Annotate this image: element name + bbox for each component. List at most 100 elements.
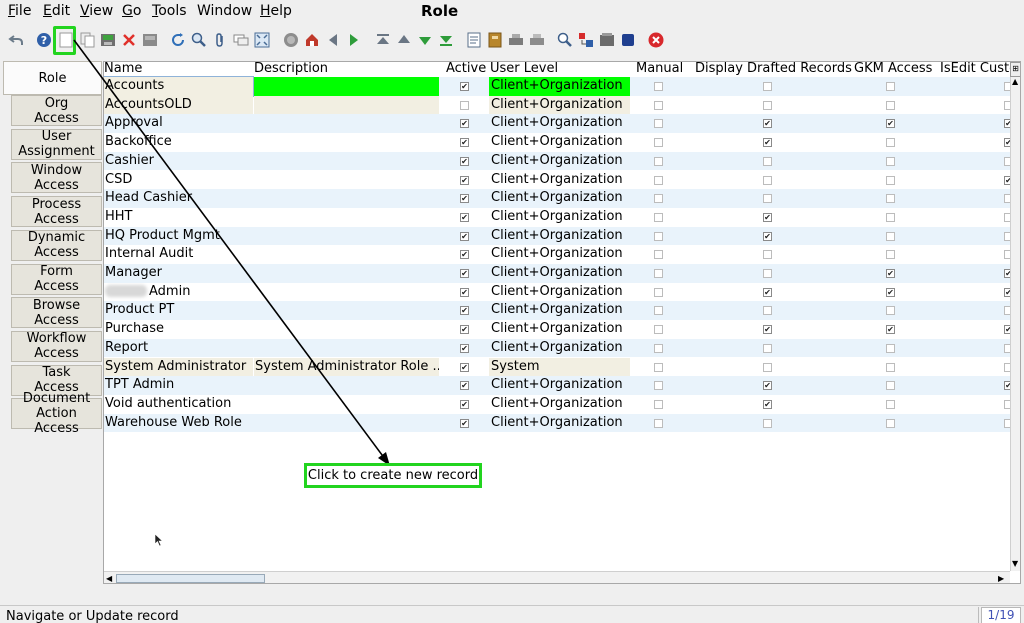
cell-description[interactable] — [254, 376, 439, 395]
manual-checkbox[interactable] — [654, 287, 663, 297]
gkm-access-checkbox[interactable] — [886, 100, 895, 110]
gkm-access-checkbox[interactable] — [886, 418, 895, 428]
display-drafted-checkbox[interactable] — [763, 156, 772, 166]
gkm-access-checkbox[interactable] — [886, 287, 895, 297]
report-icon[interactable] — [466, 32, 482, 48]
gkm-access-checkbox[interactable] — [886, 399, 895, 409]
last-record-icon[interactable] — [438, 32, 454, 48]
column-header-gkm-access[interactable]: GKM Access — [854, 62, 932, 77]
cell-name[interactable]: Warehouse Web Role — [104, 414, 253, 433]
gkm-access-checkbox[interactable] — [886, 381, 895, 391]
cell-description[interactable] — [254, 414, 439, 433]
manual-checkbox[interactable] — [654, 231, 663, 241]
cell-user-level[interactable]: Client+Organization — [489, 395, 630, 414]
column-header-display-drafted-records[interactable]: Display Drafted Records — [695, 62, 852, 77]
help-icon[interactable]: ? — [36, 32, 52, 48]
product-info-icon[interactable] — [599, 32, 615, 48]
manual-checkbox[interactable] — [654, 100, 663, 110]
workflow-icon[interactable] — [620, 32, 636, 48]
manual-checkbox[interactable] — [654, 119, 663, 129]
table-row[interactable]: Accounts Client+Organization — [104, 76, 1013, 97]
tab-workflow-access[interactable]: Workflow Access — [11, 330, 102, 362]
cell-description[interactable] — [254, 171, 439, 190]
history-icon[interactable] — [283, 32, 299, 48]
display-drafted-checkbox[interactable] — [763, 287, 772, 297]
tab-org-access[interactable]: Org Access — [11, 95, 102, 126]
active-checkbox[interactable] — [460, 362, 469, 372]
grid-toggle-icon[interactable] — [254, 32, 270, 48]
scroll-down-icon[interactable]: ▼ — [1012, 559, 1018, 568]
table-row[interactable]: AccountsOLD Client+Organization — [104, 95, 1013, 115]
active-checkbox[interactable] — [460, 156, 469, 166]
table-row[interactable]: Product PT Client+Organization — [104, 301, 1013, 321]
table-row[interactable]: Backoffice Client+Organization — [104, 133, 1013, 152]
gkm-access-checkbox[interactable] — [886, 306, 895, 316]
manual-checkbox[interactable] — [654, 269, 663, 278]
display-drafted-checkbox[interactable] — [763, 250, 772, 260]
print-icon[interactable] — [508, 32, 524, 48]
active-checkbox[interactable] — [460, 212, 469, 222]
undo-icon[interactable] — [8, 32, 24, 48]
cell-name[interactable]: Report — [104, 339, 253, 358]
manual-checkbox[interactable] — [654, 399, 663, 409]
display-drafted-checkbox[interactable] — [763, 418, 772, 428]
manual-checkbox[interactable] — [654, 325, 663, 335]
column-header-user-level[interactable]: User Level — [490, 62, 558, 77]
gkm-access-checkbox[interactable] — [886, 269, 895, 278]
display-drafted-checkbox[interactable] — [763, 343, 772, 353]
horizontal-scrollbar[interactable]: ◀ ▶ — [104, 571, 1010, 583]
manual-checkbox[interactable] — [654, 194, 663, 204]
cell-user-level[interactable]: Client+Organization — [489, 133, 630, 152]
column-header-name[interactable]: Name — [104, 62, 142, 77]
active-checkbox[interactable] — [460, 231, 469, 241]
cell-description[interactable] — [254, 320, 439, 339]
menu-view[interactable]: View — [80, 3, 113, 19]
column-header-description[interactable]: Description — [254, 62, 328, 77]
cell-user-level[interactable]: Client+Organization — [489, 208, 630, 227]
active-checkbox[interactable] — [460, 325, 469, 335]
manual-checkbox[interactable] — [654, 175, 663, 185]
cell-name[interactable]: Void authentication — [104, 395, 253, 414]
cell-user-level[interactable]: Client+Organization — [489, 227, 630, 246]
gkm-access-checkbox[interactable] — [886, 82, 895, 91]
gkm-access-checkbox[interactable] — [886, 231, 895, 241]
gkm-access-checkbox[interactable] — [886, 250, 895, 260]
cell-description[interactable] — [254, 283, 439, 302]
tab-browse-access[interactable]: Browse Access — [11, 297, 102, 329]
cell-name[interactable]: Admin — [104, 283, 253, 302]
table-row[interactable]: CSD Client+Organization — [104, 171, 1013, 190]
active-checkbox[interactable] — [460, 175, 469, 185]
manual-checkbox[interactable] — [654, 418, 663, 428]
cell-name[interactable]: Manager — [104, 264, 253, 283]
cell-user-level[interactable]: Client+Organization — [489, 320, 630, 339]
display-drafted-checkbox[interactable] — [763, 231, 772, 241]
cell-user-level[interactable]: Client+Organization — [489, 189, 630, 208]
active-checkbox[interactable] — [460, 82, 469, 91]
next-record-icon[interactable] — [417, 32, 433, 48]
menu-file[interactable]: File — [8, 3, 31, 19]
active-checkbox[interactable] — [460, 381, 469, 391]
column-header-isedit-custom[interactable]: IsEdit Custo — [940, 62, 1010, 77]
manual-checkbox[interactable] — [654, 156, 663, 166]
tab-form-access[interactable]: Form Access — [11, 263, 102, 295]
tab-user-assignment[interactable]: User Assignment — [11, 128, 102, 160]
cell-description[interactable] — [254, 114, 439, 133]
request-icon[interactable] — [578, 32, 594, 48]
attachment-icon[interactable] — [212, 32, 228, 48]
table-row[interactable]: Report Client+Organization — [104, 338, 1013, 358]
scroll-up-icon[interactable]: ▲ — [1012, 77, 1018, 86]
table-row[interactable]: HHT Client+Organization — [104, 208, 1013, 227]
table-row[interactable]: Cashier Client+Organization — [104, 151, 1013, 171]
cell-description[interactable] — [254, 339, 439, 358]
display-drafted-checkbox[interactable] — [763, 100, 772, 110]
cell-user-level[interactable]: Client+Organization — [489, 114, 630, 133]
table-row[interactable]: HQ Product Mgmt Client+Organization — [104, 226, 1013, 246]
active-checkbox[interactable] — [460, 138, 469, 148]
display-drafted-checkbox[interactable] — [763, 325, 772, 335]
previous-record-icon[interactable] — [396, 32, 412, 48]
table-row[interactable]: Head Cashier Client+Organization — [104, 189, 1013, 208]
cell-description[interactable] — [254, 264, 439, 283]
active-checkbox[interactable] — [460, 269, 469, 278]
cell-name[interactable]: HHT — [104, 208, 253, 227]
active-checkbox[interactable] — [460, 250, 469, 260]
